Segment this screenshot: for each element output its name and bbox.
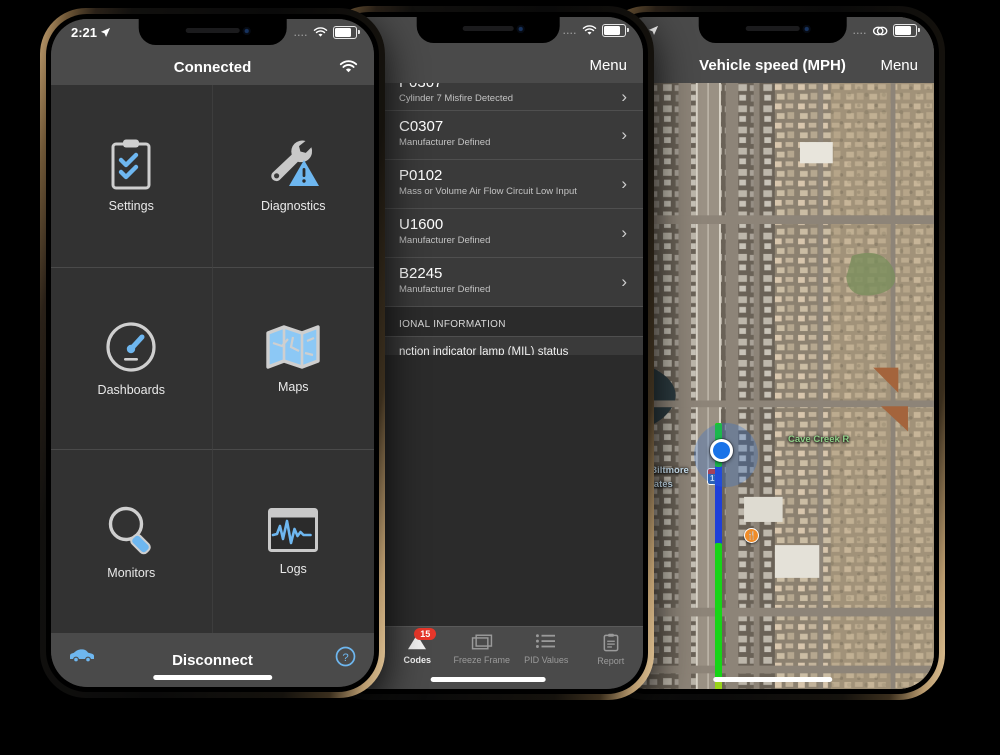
car-icon[interactable] [69,648,95,663]
chevron-right-icon: › [621,272,627,291]
clipboard-icon [602,633,620,652]
grid-label: Dashboards [97,382,165,397]
speaker-grille-icon [745,26,800,31]
grid-item-monitors[interactable]: Monitors [51,450,213,633]
tab-report[interactable]: Report [579,633,644,666]
phone-3-screen: 47 .... k Vehicle speed (MPH) Menu [611,17,934,689]
front-camera-icon [803,25,812,33]
notch [138,19,287,45]
tab-label: PID Values [524,655,569,665]
chevron-right-icon: › [621,174,627,193]
disconnect-button[interactable]: Disconnect [172,652,253,669]
status-time-group: 2:21 [71,25,111,40]
home-indicator[interactable] [430,677,546,682]
menu-button[interactable]: Menu [880,57,918,74]
speaker-grille-icon [462,26,514,31]
clipboard-check-icon [108,138,154,190]
notch [416,17,560,43]
link-icon [872,26,888,35]
status-time: 2:21 [71,25,98,40]
location-arrow-icon [100,27,111,37]
track-segment-yellowgreen [715,681,722,689]
grid-item-logs[interactable]: Logs [212,450,374,633]
grid-label: Logs [279,562,307,577]
front-camera-icon [517,25,526,33]
dtc-description: Manufacturer Defined [399,284,491,295]
phone-3-bezel: 47 .... k Vehicle speed (MPH) Menu [606,12,939,694]
signal-dots-icon: .... [852,25,867,36]
dtc-description: Cylinder 7 Misfire Detected [399,93,514,104]
map-fold-icon [265,323,321,371]
tab-codes[interactable]: 15 Codes [385,628,450,665]
tab-label: Report [597,656,625,666]
tab-freeze-frame[interactable]: Freeze Frame [450,633,515,665]
signal-dots-icon: .... [562,25,577,36]
dtc-code: P0307 [399,83,609,92]
tab-label: Freeze Frame [453,655,510,665]
status-indicators: .... [852,24,920,37]
map-imagery [611,83,934,689]
battery-icon [602,24,629,37]
grid-label: Monitors [107,566,156,581]
frames-icon [471,633,493,651]
status-indicators: .... [293,26,360,39]
phone-1-frame: 2:21 .... Connected Settings Diagnostics… [40,8,385,698]
wrench-warning-icon [265,138,321,190]
chevron-right-icon: › [621,86,627,106]
gauge-icon [104,320,158,374]
dtc-description: Mass or Volume Air Flow Circuit Low Inpu… [399,186,577,197]
nav-bar: Connected [51,49,374,85]
magnifier-icon [104,503,158,557]
phone-1-screen: 2:21 .... Connected Settings Diagnostics… [51,19,374,687]
tab-label: Codes [403,655,431,665]
speaker-grille-icon [185,28,240,33]
page-title: Vehicle speed (MPH) [699,56,846,74]
dtc-description: Manufacturer Defined [399,235,491,246]
info-title: nction indicator lamp (MIL) status [399,346,569,355]
wifi-icon [582,25,597,35]
home-grid: Settings Diagnostics Dashboards Maps Mon… [51,85,374,633]
svg-text:?: ? [342,652,348,664]
battery-icon [333,26,360,39]
grid-item-dashboards[interactable]: Dashboards [51,267,213,451]
dtc-code: B2245 [399,265,443,282]
list-icon [535,633,557,651]
current-location-dot [710,439,733,462]
wifi-status-icon[interactable] [339,60,358,74]
battery-icon [893,24,920,37]
status-indicators: .... [562,24,629,37]
home-indicator[interactable] [712,677,833,682]
tab-pid-values[interactable]: PID Values [514,633,579,665]
menu-button[interactable]: Menu [589,57,627,74]
wifi-icon [313,27,328,37]
grid-item-settings[interactable]: Settings [51,85,213,268]
grid-label: Maps [277,379,309,394]
dtc-code: P0102 [399,167,443,184]
chevron-right-icon: › [621,223,627,242]
satellite-map[interactable]: Lake Biltmore Estates Cave Creek R 17 🍴 … [611,83,934,689]
dtc-code: U1600 [399,216,444,233]
grid-item-diagnostics[interactable]: Diagnostics [212,85,374,268]
dtc-code: C0307 [399,118,444,135]
front-camera-icon [243,27,252,35]
track-segment-green-2 [715,543,722,683]
nav-bar: k Vehicle speed (MPH) Menu [611,47,934,83]
grid-item-maps[interactable]: Maps [212,267,374,451]
page-title: Connected [173,58,252,76]
phone-1-bezel: 2:21 .... Connected Settings Diagnostics… [46,14,379,692]
codes-badge: 15 [414,628,437,640]
help-circle-icon[interactable]: ? [335,646,356,667]
map-poi-pin[interactable]: 🍴 [744,528,759,543]
chevron-right-icon: › [621,125,627,144]
notch [698,17,847,43]
grid-label: Settings [108,199,154,214]
waveform-window-icon [267,507,319,553]
dtc-description: Manufacturer Defined [399,137,491,148]
signal-dots-icon: .... [293,27,308,38]
grid-label: Diagnostics [260,199,326,214]
home-indicator[interactable] [152,675,273,680]
